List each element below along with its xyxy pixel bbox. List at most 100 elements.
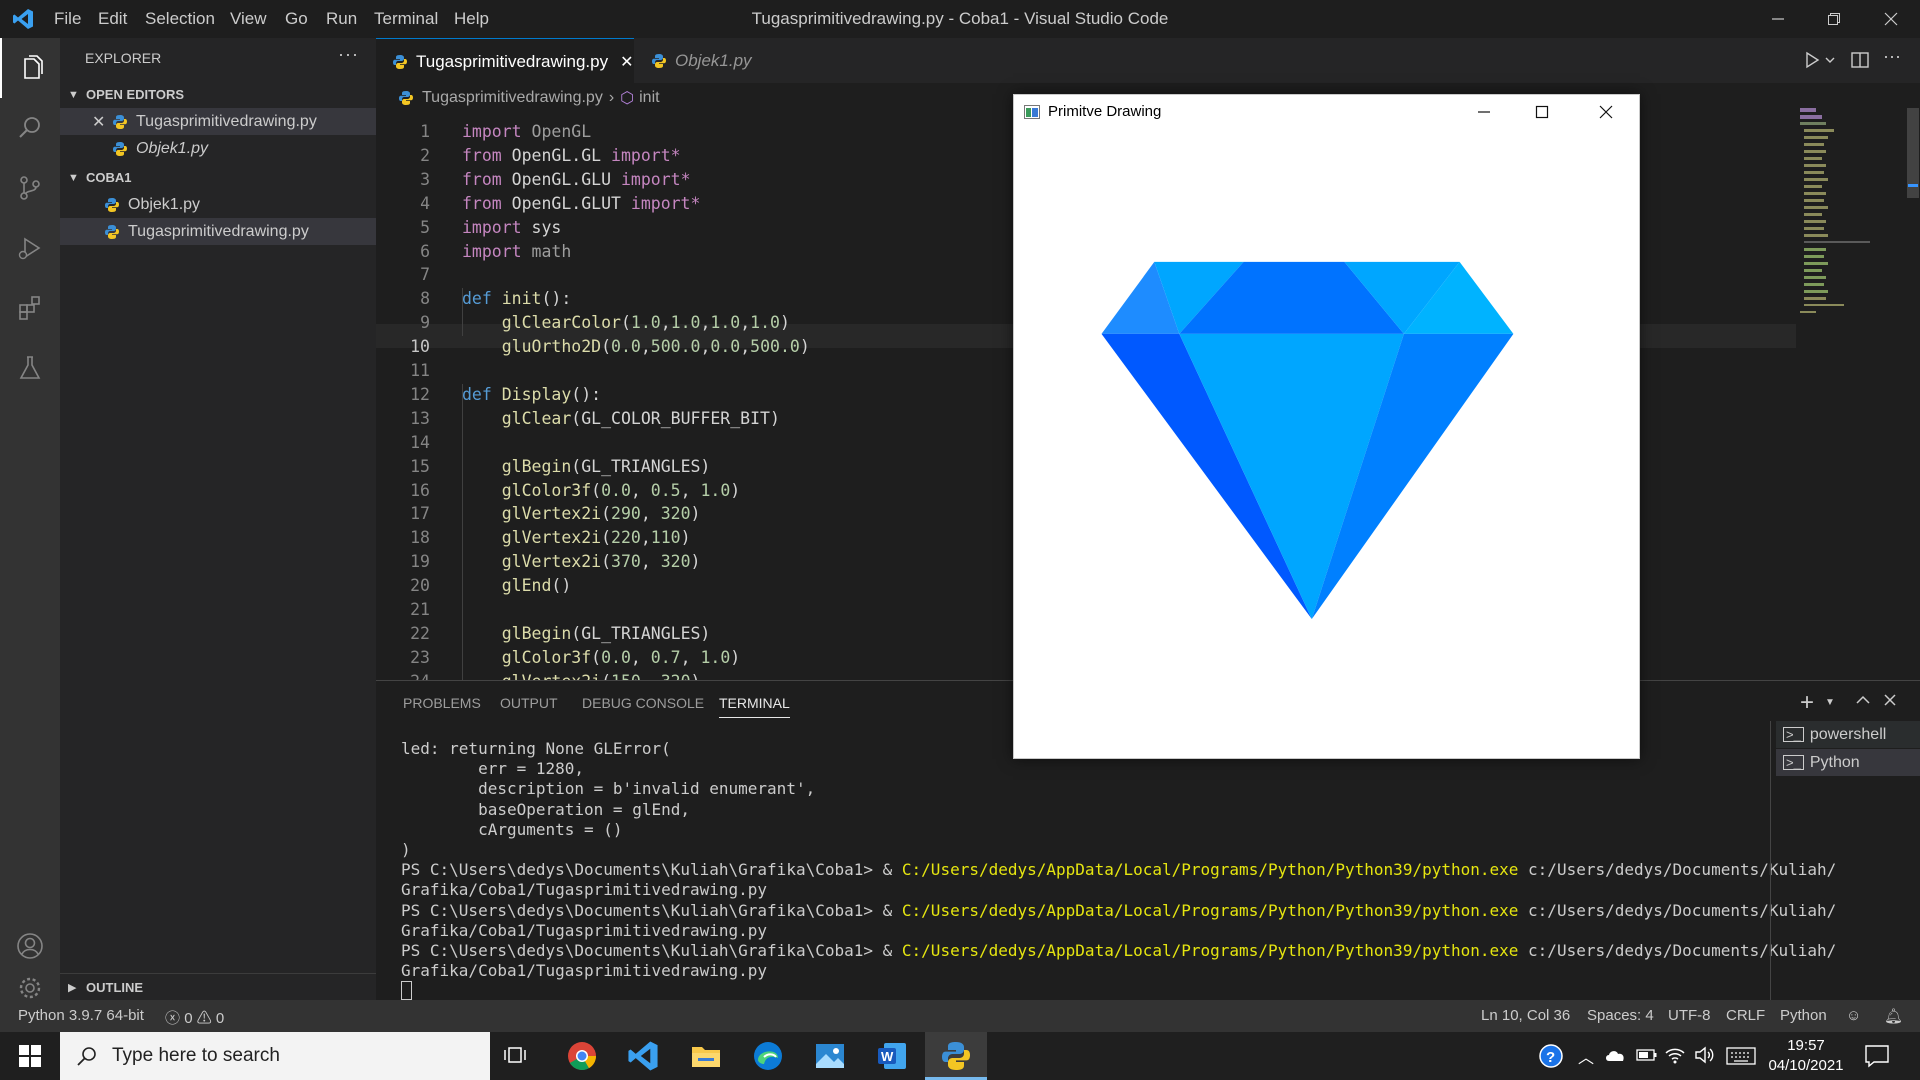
run-file-button[interactable] xyxy=(1804,50,1838,75)
problems-status[interactable]: ⓧ 0 ⚠ 0 xyxy=(165,1007,224,1028)
volume-icon[interactable] xyxy=(1694,1045,1716,1070)
minimap[interactable] xyxy=(1790,108,1900,378)
primitive-drawing-window[interactable]: Primitve Drawing xyxy=(1013,94,1640,759)
editor-more-button[interactable]: ··· xyxy=(1883,46,1901,67)
taskbar-search-box[interactable]: Type here to search xyxy=(60,1032,490,1080)
feedback-icon[interactable]: ☺ xyxy=(1846,1007,1861,1024)
start-button[interactable] xyxy=(0,1032,60,1080)
menu-go[interactable]: Go xyxy=(285,9,308,29)
open-editor-item-tugas[interactable]: ✕ Tugasprimitivedrawing.py xyxy=(60,108,376,135)
photos-app[interactable] xyxy=(814,1040,846,1077)
notification-icon xyxy=(1865,1045,1889,1068)
show-hidden-icons-button[interactable]: ︿ xyxy=(1578,1044,1594,1068)
tab-tugasprimitivedrawing[interactable]: Tugasprimitivedrawing.py ✕ xyxy=(376,38,634,84)
outline-header[interactable]: ▶ OUTLINE xyxy=(60,973,376,1001)
code-text: gluOrtho2D(0.0,500.0,0.0,500.0) xyxy=(501,337,810,357)
code-text: import math xyxy=(462,241,572,261)
folder-label: COBA1 xyxy=(86,170,132,185)
cursor-position[interactable]: Ln 10, Col 36 xyxy=(1481,1007,1570,1024)
menu-view[interactable]: View xyxy=(230,9,267,29)
close-panel-button[interactable] xyxy=(1883,693,1897,712)
vscode-app[interactable] xyxy=(627,1040,659,1077)
keyboard-icon[interactable] xyxy=(1726,1047,1756,1070)
run-debug-activity[interactable] xyxy=(0,218,60,278)
tab-output[interactable]: OUTPUT xyxy=(500,695,558,711)
menu-run[interactable]: Run xyxy=(326,9,357,29)
manage-activity[interactable] xyxy=(0,973,60,1003)
source-control-activity[interactable] xyxy=(0,158,60,218)
word-app[interactable]: W xyxy=(876,1040,908,1077)
close-editor-icon[interactable]: ✕ xyxy=(92,112,112,132)
menu-help[interactable]: Help xyxy=(454,9,489,29)
menu-selection[interactable]: Selection xyxy=(145,9,215,29)
menu-edit[interactable]: Edit xyxy=(98,9,127,29)
breadcrumb-symbol[interactable]: init xyxy=(639,89,659,107)
clock-time: 19:57 xyxy=(1787,1037,1825,1054)
chevron-down-icon[interactable]: ▼ xyxy=(1825,697,1835,708)
terminal-instance-python[interactable]: >_ Python xyxy=(1776,749,1920,776)
app-window-icon xyxy=(1024,105,1040,119)
clock[interactable]: 19:57 04/10/2021 xyxy=(1768,1036,1844,1076)
code-text: glVertex2i(220,110) xyxy=(501,528,691,548)
search-activity[interactable] xyxy=(0,98,60,158)
gl-maximize-button[interactable] xyxy=(1518,95,1566,129)
open-editor-item-objek1[interactable]: Objek1.py xyxy=(60,135,376,162)
menu-terminal[interactable]: Terminal xyxy=(374,9,438,29)
terminal-icon: >_ xyxy=(1783,755,1804,770)
gl-close-button[interactable] xyxy=(1576,95,1636,129)
diamond-canvas xyxy=(1101,261,1514,619)
code-text: import OpenGL xyxy=(462,122,592,141)
chrome-app[interactable] xyxy=(566,1040,598,1077)
task-view-icon xyxy=(504,1047,526,1063)
help-tray-button[interactable]: ? xyxy=(1538,1043,1564,1074)
folder-header-coba1[interactable]: ▼ COBA1 xyxy=(60,164,376,191)
battery-icon[interactable] xyxy=(1636,1048,1658,1067)
tab-problems[interactable]: PROBLEMS xyxy=(403,695,481,711)
explorer-more-button[interactable]: ··· xyxy=(338,44,359,65)
vscode-icon xyxy=(628,1041,658,1071)
close-window-button[interactable] xyxy=(1862,0,1920,38)
new-terminal-button[interactable]: + xyxy=(1800,689,1814,717)
file-explorer-app[interactable] xyxy=(690,1041,722,1076)
onedrive-icon[interactable] xyxy=(1604,1047,1628,1068)
tab-objek1[interactable]: Objek1.py xyxy=(635,38,793,83)
maximize-panel-button[interactable] xyxy=(1855,693,1871,712)
minimize-button[interactable] xyxy=(1749,0,1807,38)
explorer-activity[interactable] xyxy=(0,38,62,98)
restore-button[interactable] xyxy=(1805,0,1863,38)
task-view-button[interactable] xyxy=(503,1044,527,1073)
testing-activity[interactable] xyxy=(0,338,60,398)
open-editors-header[interactable]: ▼ OPEN EDITORS xyxy=(60,81,376,108)
file-item-objek1[interactable]: Objek1.py xyxy=(60,191,376,218)
gl-window-titlebar[interactable]: Primitve Drawing xyxy=(1014,95,1639,129)
bell-icon[interactable]: 🔔︎ xyxy=(1884,1007,1903,1025)
terminal-instance-powershell[interactable]: >_ powershell xyxy=(1776,721,1920,748)
tab-debug-console[interactable]: DEBUG CONSOLE xyxy=(582,695,704,711)
terminal-icon: >_ xyxy=(1783,727,1804,742)
extensions-activity[interactable] xyxy=(0,278,60,338)
language-mode[interactable]: Python xyxy=(1780,1007,1827,1024)
terminal-line: Grafika/Coba1/Tugasprimitivedrawing.py xyxy=(401,880,768,900)
clock-date: 04/10/2021 xyxy=(1768,1057,1844,1074)
end-of-line[interactable]: CRLF xyxy=(1726,1007,1765,1024)
indentation[interactable]: Spaces: 4 xyxy=(1587,1007,1654,1024)
editor-tabs: Tugasprimitivedrawing.py ✕ Objek1.py ··· xyxy=(376,38,1920,84)
notifications-button[interactable] xyxy=(1864,1044,1890,1073)
tab-terminal[interactable]: TERMINAL xyxy=(719,695,790,718)
close-tab-icon[interactable]: ✕ xyxy=(620,52,633,72)
accounts-activity[interactable] xyxy=(0,916,60,976)
breadcrumb-file[interactable]: Tugasprimitivedrawing.py xyxy=(422,89,603,107)
terminal-output[interactable]: led: returning None GLError( err = 1280,… xyxy=(376,739,1836,1001)
python-app[interactable] xyxy=(925,1032,987,1080)
file-item-tugas[interactable]: Tugasprimitivedrawing.py xyxy=(60,218,376,245)
terminal-line: PS C:\Users\dedys\Documents\Kuliah\Grafi… xyxy=(401,941,1837,960)
line-number: 7 xyxy=(420,265,430,285)
split-editor-button[interactable] xyxy=(1850,50,1870,75)
encoding[interactable]: UTF-8 xyxy=(1668,1007,1711,1024)
edge-app[interactable] xyxy=(752,1040,784,1077)
menu-file[interactable]: File xyxy=(54,9,81,29)
gl-minimize-button[interactable] xyxy=(1460,95,1508,129)
wifi-icon[interactable] xyxy=(1664,1045,1686,1070)
vertical-scrollbar[interactable] xyxy=(1905,108,1920,678)
python-interpreter[interactable]: Python 3.9.7 64-bit xyxy=(18,1007,144,1024)
